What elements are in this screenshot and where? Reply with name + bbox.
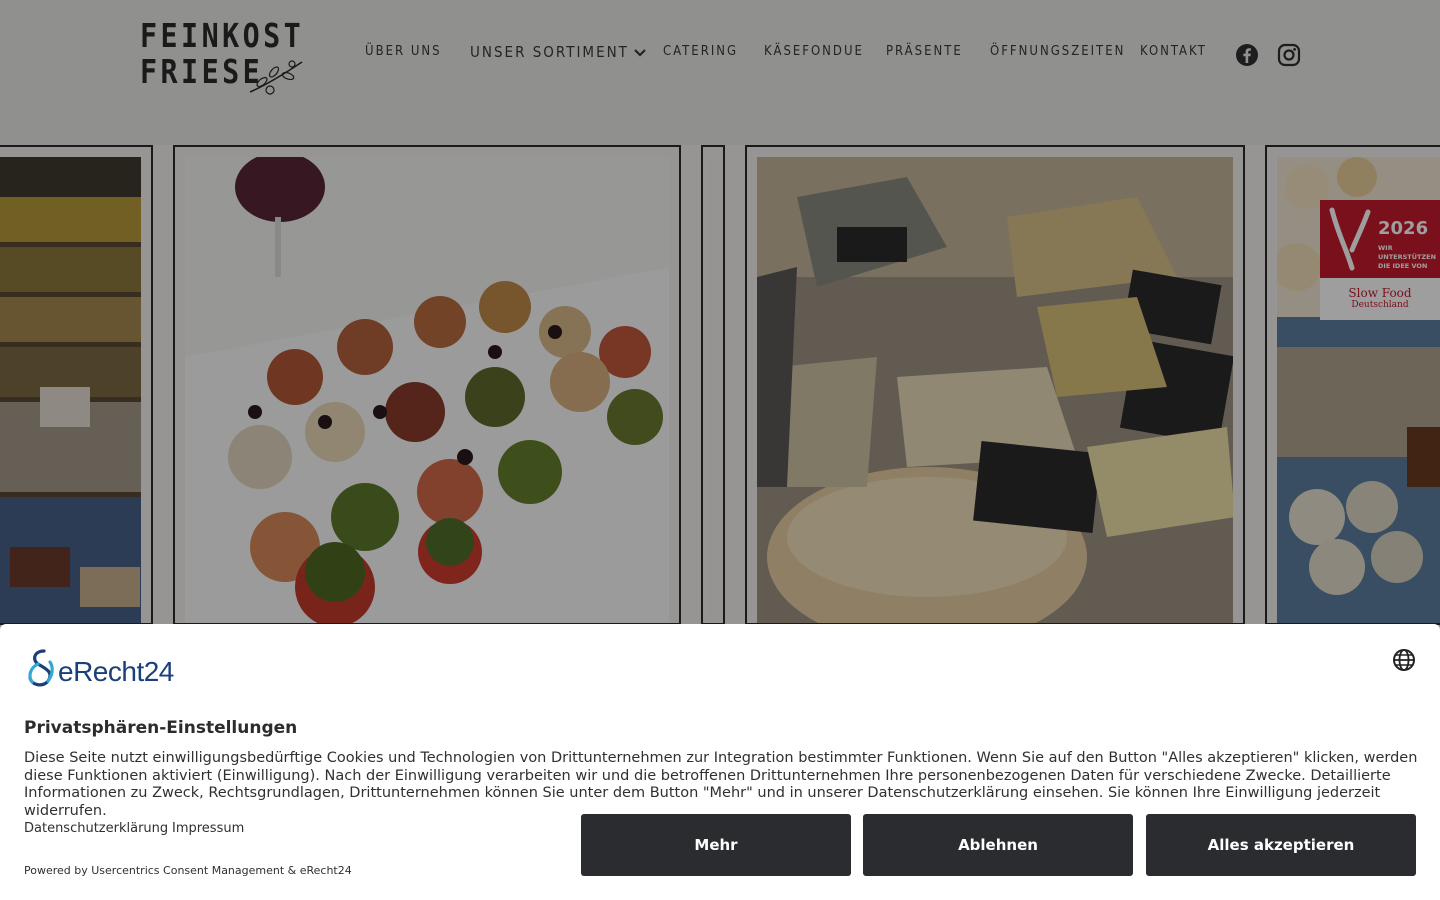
gallery-tile-cheese[interactable]	[745, 145, 1245, 625]
nav-praesente[interactable]: PRÄSENTE	[886, 44, 963, 59]
main-nav: ÜBER UNS UNSER SORTIMENT CATERING KÄSEFO…	[0, 43, 1440, 66]
nav-oeffnungszeiten[interactable]: ÖFFNUNGSZEITEN	[990, 44, 1125, 59]
consent-title: Privatsphären-Einstellungen	[24, 718, 298, 738]
language-globe-icon[interactable]	[1392, 648, 1416, 672]
facebook-icon[interactable]	[1235, 43, 1259, 67]
cheese-photo	[757, 157, 1233, 623]
gallery-tile-catering[interactable]	[173, 145, 681, 625]
nav-kontakt[interactable]: KONTAKT	[1140, 44, 1207, 59]
catering-plate-image	[185, 157, 669, 623]
gallery-tile-shop[interactable]	[0, 145, 153, 625]
badge-line-3: DIE IDEE VON	[1378, 262, 1428, 270]
narrow-photo	[707, 157, 719, 623]
badge-line-1: WIR	[1378, 244, 1393, 252]
badge-line-2: UNTERSTÜTZEN	[1378, 253, 1437, 261]
shop-shelves-image	[0, 157, 141, 623]
badge-year: 2026	[1378, 218, 1429, 239]
badge-org: Slow Food	[1348, 286, 1412, 300]
accept-all-button[interactable]: Alles akzeptieren	[1146, 814, 1416, 876]
catering-photo	[185, 157, 669, 623]
imprint-link[interactable]: Impressum	[172, 821, 244, 836]
erecht24-wordmark: eRecht24	[58, 656, 174, 687]
nav-kaesefondue[interactable]: KÄSEFONDUE	[764, 44, 864, 59]
slow-food-badge[interactable]: 2026 WIR UNTERSTÜTZEN DIE IDEE VON Slow …	[1320, 200, 1440, 320]
badge-org-sub: Deutschland	[1351, 300, 1409, 310]
nav-unser-sortiment[interactable]: UNSER SORTIMENT	[470, 43, 647, 61]
nav-ueber-uns[interactable]: ÜBER UNS	[365, 44, 442, 59]
shop-shelves-photo	[0, 157, 141, 623]
chevron-down-icon	[634, 48, 646, 57]
site-header: FEINKOST FRIESE ÜBER UNS UNSER SORTIMENT…	[0, 0, 1440, 145]
slow-food-badge-banner: 2026 WIR UNTERSTÜTZEN DIE IDEE VON	[1320, 200, 1440, 278]
slow-food-logo-icon	[1329, 207, 1371, 271]
powered-by-text: Powered by Usercentrics Consent Manageme…	[24, 864, 352, 877]
nav-catering[interactable]: CATERING	[663, 44, 738, 59]
cheese-counter-image	[757, 157, 1233, 623]
decline-button[interactable]: Ablehnen	[863, 814, 1133, 876]
consent-body: Diese Seite nutzt einwilligungsbedürftig…	[24, 750, 1418, 819]
gallery-tile-narrow[interactable]	[701, 145, 725, 625]
instagram-icon[interactable]	[1277, 43, 1301, 67]
more-button[interactable]: Mehr	[581, 814, 851, 876]
erecht24-mark-icon	[28, 649, 54, 687]
privacy-policy-link[interactable]: Datenschutzerklärung	[24, 821, 168, 836]
consent-banner: eRecht24 Privatsphären-Einstellungen Die…	[0, 624, 1440, 900]
nav-unser-sortiment-label: UNSER SORTIMENT	[470, 43, 629, 61]
